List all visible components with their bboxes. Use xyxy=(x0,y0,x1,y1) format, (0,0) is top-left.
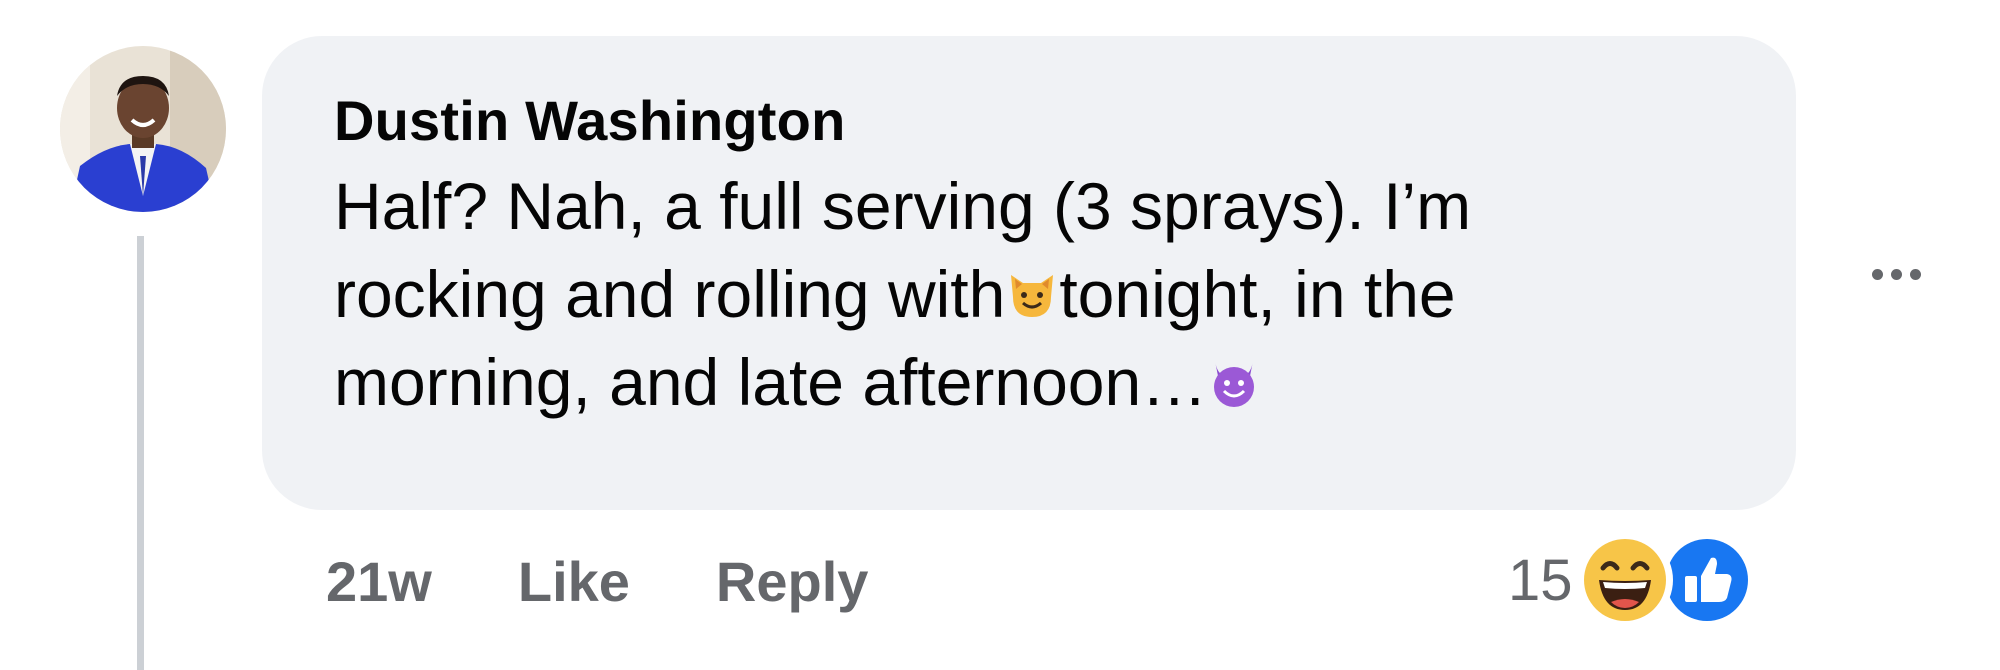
dot xyxy=(1909,268,1921,280)
comment-text: Half? Nah, a full serving (3 sprays). I’… xyxy=(334,162,1674,426)
smiling-cat-emoji xyxy=(1005,267,1059,321)
reaction-summary[interactable]: 15 xyxy=(1508,532,1757,628)
reaction-icons xyxy=(1576,532,1757,628)
like-button[interactable]: Like xyxy=(518,549,630,614)
comment-bubble: Dustin Washington Half? Nah, a full serv… xyxy=(262,36,1796,510)
like-reaction-icon xyxy=(1658,532,1755,628)
thread-line xyxy=(137,236,144,670)
comment: Dustin Washington Half? Nah, a full serv… xyxy=(0,0,2000,670)
author-name[interactable]: Dustin Washington xyxy=(334,82,1726,160)
haha-reaction-icon xyxy=(1576,532,1673,628)
more-options-button[interactable] xyxy=(1856,254,1936,294)
reaction-count: 15 xyxy=(1508,547,1573,613)
dot xyxy=(1890,268,1902,280)
profile-photo xyxy=(60,46,226,212)
reply-button[interactable]: Reply xyxy=(716,549,869,614)
avatar[interactable] xyxy=(60,46,226,212)
comment-actions: 21w Like Reply xyxy=(326,546,954,616)
dot xyxy=(1871,268,1883,280)
smiling-devil-emoji xyxy=(1207,355,1261,409)
timestamp[interactable]: 21w xyxy=(326,549,432,614)
